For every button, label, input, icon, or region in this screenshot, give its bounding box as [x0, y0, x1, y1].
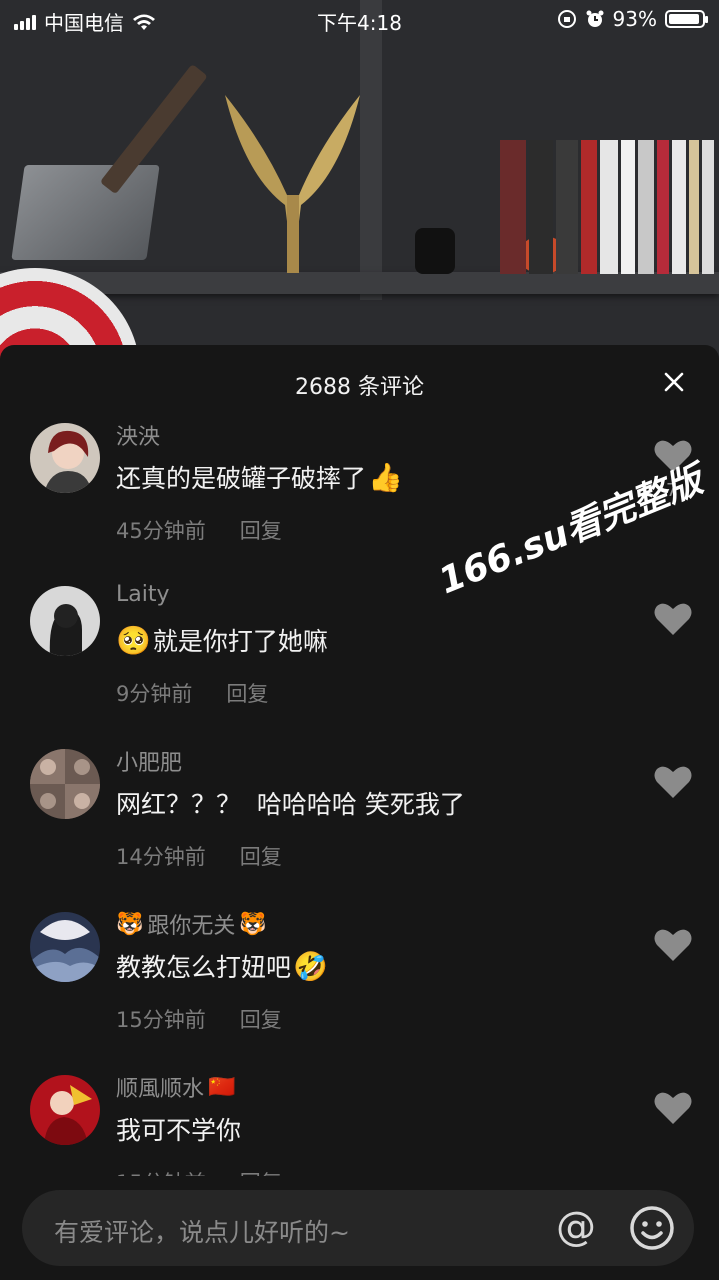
comment-text: 网红？？？ 哈哈哈哈 笑死我了: [116, 790, 465, 819]
battery-icon: [665, 10, 708, 28]
comment-timestamp: 14分钟前: [116, 845, 206, 869]
tiger-emoji: 🐯: [116, 911, 144, 937]
reply-button[interactable]: 回复: [240, 841, 282, 871]
comment-input-bar: 有爱评论，说点儿好听的~ @: [0, 1176, 719, 1280]
close-button[interactable]: [659, 367, 689, 397]
at-icon: @: [556, 1204, 596, 1250]
comment-text: 教教怎么打妞吧 🤣: [116, 949, 328, 983]
china-flag-emoji: 🇨🇳: [208, 1074, 236, 1100]
comment-text: 我可不学你: [116, 1116, 242, 1145]
avatar[interactable]: [30, 912, 100, 982]
rofl-emoji: 🤣: [293, 949, 328, 983]
comment-username[interactable]: Laity: [116, 582, 170, 607]
avatar[interactable]: [30, 423, 100, 493]
comment-timestamp: 15分钟前: [116, 1008, 206, 1032]
smile-icon: [630, 1206, 674, 1250]
comment-count-title: 2688 条评论: [295, 375, 424, 400]
comment-timestamp: 9分钟前: [116, 682, 193, 706]
avatar[interactable]: [30, 586, 100, 656]
close-icon: [664, 372, 684, 392]
reply-button[interactable]: 回复: [226, 678, 268, 708]
emoji-button[interactable]: [628, 1204, 676, 1252]
avatar[interactable]: [30, 749, 100, 819]
comment-username[interactable]: 🐯 跟你无关 🐯: [116, 908, 267, 940]
comment-username[interactable]: 小肥肥: [116, 745, 182, 777]
status-bar: 中国电信 下午4:18 93%: [0, 0, 719, 40]
tiger-emoji: 🐯: [239, 911, 267, 937]
heart-icon[interactable]: [654, 765, 692, 799]
heart-icon[interactable]: [654, 1091, 692, 1125]
reply-button[interactable]: 回复: [240, 515, 282, 545]
comment-item: 小肥肥 网红？？？ 哈哈哈哈 笑死我了 14分钟前 回复: [0, 749, 719, 909]
svg-text:@: @: [556, 1204, 596, 1250]
thumbs-up-emoji: 👍: [368, 460, 403, 494]
comment-timestamp: 45分钟前: [116, 519, 206, 543]
figurine: [415, 228, 455, 274]
bookshelf-books: [500, 140, 714, 274]
heart-icon[interactable]: [654, 928, 692, 962]
comment-input[interactable]: 有爱评论，说点儿好听的~ @: [22, 1190, 694, 1266]
comment-item: 🐯 跟你无关 🐯 教教怎么打妞吧 🤣 15分钟前 回复: [0, 912, 719, 1072]
alarm-icon: [586, 10, 604, 27]
comment-text: 🥺 就是你打了她嘛: [116, 623, 328, 657]
comment-input-placeholder: 有爱评论，说点儿好听的~: [54, 1218, 350, 1247]
comment-username[interactable]: 顺風顺水 🇨🇳: [116, 1071, 235, 1103]
orientation-lock-icon: [557, 10, 576, 28]
sheet-header: 2688 条评论: [0, 345, 719, 423]
battery-percent: 93%: [612, 7, 657, 31]
video-background: [0, 0, 719, 380]
reply-button[interactable]: 回复: [240, 1004, 282, 1034]
avatar[interactable]: [30, 1075, 100, 1145]
comment-text: 还真的是破罐子破摔了 👍: [116, 460, 403, 494]
heart-icon[interactable]: [654, 602, 692, 636]
hammer-prop: [11, 165, 160, 260]
comment-username[interactable]: 泱泱: [116, 419, 160, 451]
wings-statue: [225, 95, 360, 273]
comment-item: Laity 🥺 就是你打了她嘛 9分钟前 回复: [0, 582, 719, 746]
mention-button[interactable]: @: [552, 1204, 600, 1252]
pleading-emoji: 🥺: [116, 623, 151, 657]
